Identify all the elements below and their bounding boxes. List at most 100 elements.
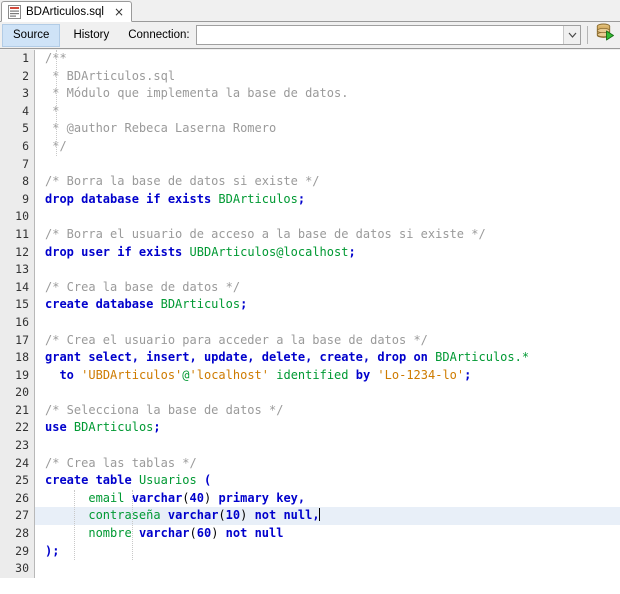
chevron-down-icon[interactable]: [563, 26, 580, 44]
editor-tab-bdarticulos[interactable]: BDArticulos.sql ×: [1, 1, 133, 22]
code-line[interactable]: 27 contraseña varchar(10) not null,: [0, 507, 620, 526]
line-number: 19: [0, 366, 35, 385]
token-kw: not null: [225, 526, 284, 541]
token-id: identified: [276, 367, 349, 382]
code-text[interactable]: email varchar(40) primary key,: [35, 490, 620, 508]
code-line[interactable]: 17 /* Crea el usuario para acceder a la b…: [0, 331, 620, 350]
run-sql-button[interactable]: [594, 23, 616, 46]
sql-file-icon: [8, 4, 21, 19]
close-icon[interactable]: ×: [109, 6, 125, 18]
token-kw: drop user if exists: [45, 244, 183, 259]
line-number: 2: [0, 67, 35, 86]
code-text[interactable]: [35, 560, 620, 578]
token-com: *: [45, 103, 60, 118]
code-lines[interactable]: 1/** 2 * BDArticulos.sql 3 * Módulo que im…: [0, 50, 620, 578]
code-text[interactable]: * BDArticulos.sql: [35, 68, 620, 86]
token-kw: drop database if exists: [45, 191, 212, 206]
code-text[interactable]: * @author Rebeca Laserna Romero: [35, 120, 620, 138]
code-line[interactable]: 8 /* Borra la base de datos si existe */: [0, 173, 620, 191]
code-line[interactable]: 16: [0, 313, 620, 332]
token-id: @: [182, 367, 190, 382]
connection-combobox[interactable]: [195, 25, 581, 45]
code-line[interactable]: 14 /* Crea la base de datos */: [0, 278, 620, 297]
code-line[interactable]: 22 use BDArticulos;: [0, 419, 620, 438]
code-line[interactable]: 30: [0, 560, 620, 578]
code-line[interactable]: 3 * Módulo que implementa la base de dat…: [0, 85, 620, 103]
code-line[interactable]: 19 to 'UBDArticulos'@'localhost' identif…: [0, 366, 620, 385]
code-line[interactable]: 4 *: [0, 102, 620, 121]
code-line[interactable]: 1/**: [0, 50, 620, 68]
code-line[interactable]: 21 /* Selecciona la base de datos */: [0, 401, 620, 420]
code-line[interactable]: 28 nombre varchar(60) not null: [0, 525, 620, 543]
code-line[interactable]: 23: [0, 437, 620, 455]
toolbar-separator: [587, 26, 588, 44]
code-text[interactable]: contraseña varchar(10) not null,: [35, 507, 620, 525]
code-text[interactable]: create table Usuarios (: [35, 472, 620, 490]
code-text[interactable]: /* Borra el usuario de acceso a la base …: [35, 226, 620, 244]
code-line[interactable]: 26 email varchar(40) primary key,: [0, 489, 620, 508]
token-id: BDArticulos: [160, 297, 241, 312]
line-number: 4: [0, 102, 35, 121]
code-line[interactable]: 12 drop user if exists UBDArticulos@local…: [0, 243, 620, 262]
token-kw: use: [45, 420, 67, 435]
code-line[interactable]: 7: [0, 155, 620, 174]
code-text[interactable]: /* Crea la base de datos */: [35, 279, 620, 297]
code-line[interactable]: 5 * @author Rebeca Laserna Romero: [0, 120, 620, 138]
tab-source[interactable]: Source: [2, 23, 61, 47]
token-str: 'UBDArticulos': [81, 367, 183, 382]
line-number: 28: [0, 525, 35, 543]
token-pl: (: [218, 508, 226, 523]
code-line[interactable]: 11 /* Borra el usuario de acceso a la bas…: [0, 225, 620, 244]
code-line[interactable]: 13: [0, 261, 620, 279]
code-text[interactable]: /* Selecciona la base de datos */: [35, 402, 620, 420]
code-line[interactable]: 10: [0, 208, 620, 226]
code-text[interactable]: nombre varchar(60) not null: [35, 525, 620, 543]
code-text[interactable]: /* Crea el usuario para acceder a la bas…: [35, 332, 620, 350]
code-text[interactable]: grant select, insert, update, delete, cr…: [35, 349, 620, 367]
code-line[interactable]: 15 create database BDArticulos;: [0, 296, 620, 314]
token-kw: 60: [196, 526, 212, 541]
token-com: * Módulo que implementa la base de datos…: [45, 86, 349, 101]
token-com: /* Borra el usuario de acceso a la base …: [45, 226, 486, 241]
code-line[interactable]: 6 */: [0, 137, 620, 156]
code-text[interactable]: * Módulo que implementa la base de datos…: [35, 85, 620, 103]
token-kw: ;: [297, 191, 306, 206]
code-text[interactable]: use BDArticulos;: [35, 419, 620, 437]
code-editor[interactable]: 1/** 2 * BDArticulos.sql 3 * Módulo que im…: [0, 50, 620, 594]
code-text[interactable]: [35, 261, 620, 279]
code-text[interactable]: [35, 437, 620, 455]
connection-input[interactable]: [196, 26, 563, 44]
token-kw: 10: [225, 508, 241, 523]
code-text[interactable]: [35, 156, 620, 174]
code-text[interactable]: /**: [35, 50, 620, 68]
code-line[interactable]: 9 drop database if exists BDArticulos;: [0, 190, 620, 209]
code-text[interactable]: );: [35, 543, 620, 561]
code-text[interactable]: /* Borra la base de datos si existe */: [35, 173, 620, 191]
code-line[interactable]: 18 grant select, insert, update, delete, …: [0, 349, 620, 367]
token-id: BDArticulos: [73, 420, 154, 435]
code-text[interactable]: [35, 384, 620, 402]
code-line[interactable]: 25 create table Usuarios (: [0, 472, 620, 490]
code-text[interactable]: [35, 314, 620, 332]
token-kw: create database: [45, 297, 154, 312]
code-text[interactable]: drop user if exists UBDArticulos@localho…: [35, 244, 620, 262]
tab-history[interactable]: History: [62, 24, 120, 47]
code-text[interactable]: [35, 208, 620, 226]
code-line[interactable]: 29);: [0, 542, 620, 561]
code-text[interactable]: *: [35, 103, 620, 121]
token-str: 'Lo-1234-lo': [377, 367, 465, 382]
code-text[interactable]: drop database if exists BDArticulos;: [35, 191, 620, 209]
code-line[interactable]: 24 /* Crea las tablas */: [0, 454, 620, 473]
editor-tab-bar: BDArticulos.sql ×: [0, 0, 620, 22]
code-text[interactable]: create database BDArticulos;: [35, 296, 620, 314]
code-line[interactable]: 2 * BDArticulos.sql: [0, 67, 620, 86]
code-text[interactable]: to 'UBDArticulos'@'localhost' identified…: [35, 367, 620, 385]
code-line[interactable]: 20: [0, 384, 620, 402]
code-text[interactable]: /* Crea las tablas */: [35, 455, 620, 473]
code-text[interactable]: */: [35, 138, 620, 156]
token-kw: create table: [45, 473, 132, 488]
